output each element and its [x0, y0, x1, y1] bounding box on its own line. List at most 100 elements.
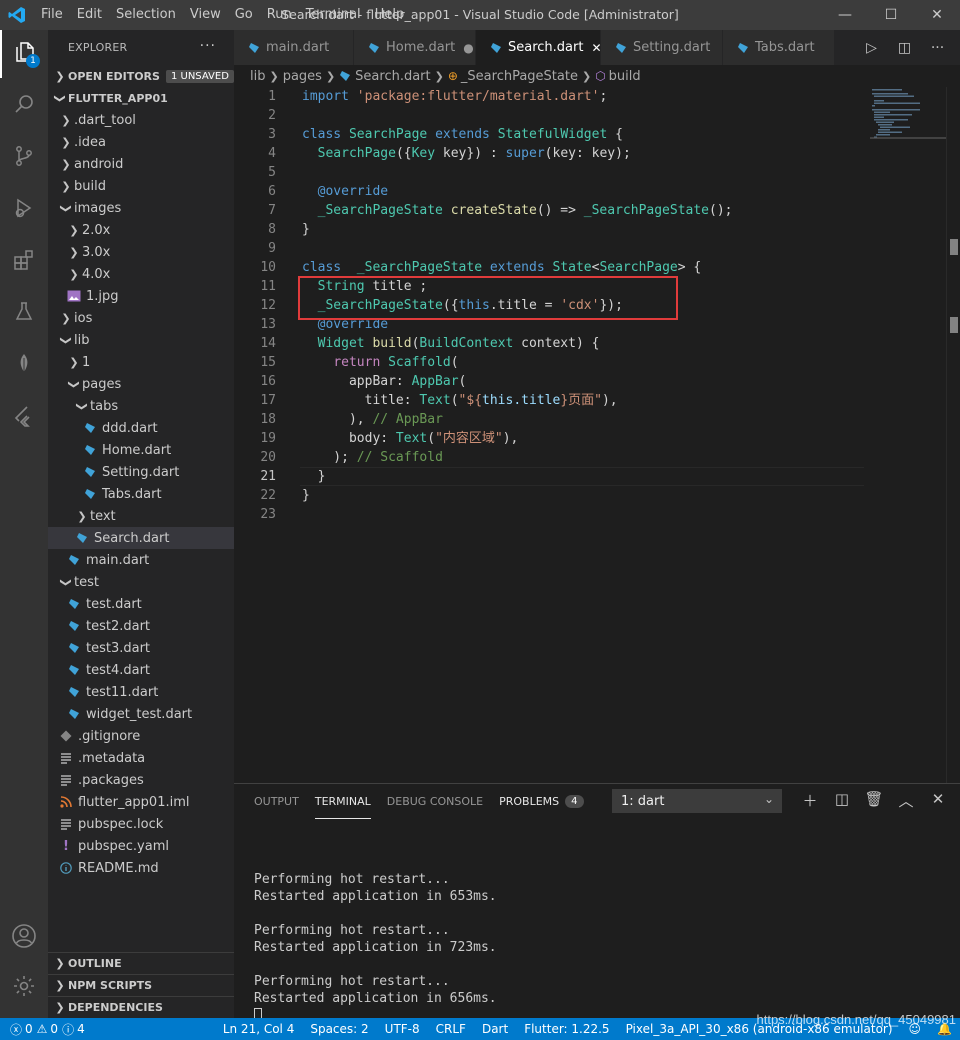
tree-file[interactable]: ! pubspec.yaml [48, 835, 234, 857]
indentation[interactable]: Spaces: 2 [310, 1022, 368, 1036]
close-panel-icon[interactable]: ✕ [922, 790, 954, 811]
trash-icon[interactable]: 🗑 [858, 790, 890, 811]
more-actions-button[interactable]: ··· [200, 38, 216, 54]
tree-folder[interactable]: ❯ build [48, 175, 234, 197]
new-terminal-icon[interactable]: ＋ [794, 790, 826, 811]
problems-status[interactable]: ⓧ 0 ⚠ 0 ⓘ 4 [0, 1021, 85, 1038]
tree-file[interactable]: test3.dart [48, 637, 234, 659]
maximize-panel-icon[interactable]: ︿ [890, 790, 922, 811]
menu-file[interactable]: File [34, 0, 70, 30]
dart-file-icon [82, 486, 98, 502]
tree-file[interactable]: flutter_app01.iml [48, 791, 234, 813]
tree-file[interactable]: README.md [48, 857, 234, 879]
manage-button[interactable] [0, 964, 48, 1012]
tree-folder[interactable]: ❯ ios [48, 307, 234, 329]
terminal-output[interactable]: Performing hot restart... Restarted appl… [254, 854, 497, 1024]
tab-home-dart[interactable]: Home.dart ● [354, 30, 476, 65]
run-debug-button[interactable] [0, 186, 48, 234]
menu-run[interactable]: Run [260, 0, 299, 30]
tree-file[interactable]: Search.dart [48, 527, 234, 549]
tree-folder[interactable]: ❯ 4.0x [48, 263, 234, 285]
minimap[interactable] [870, 87, 946, 147]
tree-file[interactable]: test.dart [48, 593, 234, 615]
tree-folder[interactable]: ❯ text [48, 505, 234, 527]
tree-folder[interactable]: ❯ images [48, 197, 234, 219]
tree-file[interactable]: ddd.dart [48, 417, 234, 439]
tab-main-dart[interactable]: main.dart [234, 30, 354, 65]
tree-file[interactable]: .gitignore [48, 725, 234, 747]
tree-file[interactable]: main.dart [48, 549, 234, 571]
breadcrumb-method[interactable]: build [609, 69, 641, 84]
tab-setting-dart[interactable]: Setting.dart [601, 30, 723, 65]
extensions-button[interactable] [0, 238, 48, 286]
breadcrumb-pages[interactable]: pages [283, 69, 322, 84]
tree-file[interactable]: widget_test.dart [48, 703, 234, 725]
menu-selection[interactable]: Selection [109, 0, 183, 30]
tree-folder[interactable]: ❯ 1 [48, 351, 234, 373]
tab-output[interactable]: OUTPUT [254, 784, 299, 819]
language-mode[interactable]: Dart [482, 1022, 508, 1036]
minimize-button[interactable]: — [822, 0, 868, 30]
mongodb-button[interactable] [0, 342, 48, 390]
tree-file[interactable]: Setting.dart [48, 461, 234, 483]
split-editor-icon[interactable]: ◫ [888, 40, 921, 56]
tree-file[interactable]: 1.jpg [48, 285, 234, 307]
line-ending[interactable]: CRLF [436, 1022, 466, 1036]
tree-file[interactable]: pubspec.lock [48, 813, 234, 835]
tree-folder[interactable]: ❯ 2.0x [48, 219, 234, 241]
split-terminal-icon[interactable]: ◫ [826, 790, 858, 811]
open-editors-section[interactable]: ❯ OPEN EDITORS 1 UNSAVED [48, 65, 234, 87]
menu-terminal[interactable]: Terminal [299, 0, 368, 30]
tree-folder[interactable]: ❯ .dart_tool [48, 109, 234, 131]
tree-file[interactable]: test11.dart [48, 681, 234, 703]
source-control-button[interactable] [0, 134, 48, 182]
tree-file[interactable]: .metadata [48, 747, 234, 769]
vertical-scrollbar[interactable] [946, 87, 960, 783]
tab-problems[interactable]: PROBLEMS 4 [499, 784, 584, 819]
flutter-version[interactable]: Flutter: 1.22.5 [524, 1022, 609, 1036]
code-text: } [302, 220, 310, 239]
tree-file[interactable]: Tabs.dart [48, 483, 234, 505]
code-token: Widget [317, 336, 365, 351]
tree-file[interactable]: Home.dart [48, 439, 234, 461]
tree-folder[interactable]: ❯ pages [48, 373, 234, 395]
unsaved-dot-icon[interactable]: ● [463, 41, 473, 55]
tab-terminal[interactable]: TERMINAL [314, 784, 371, 819]
tree-folder[interactable]: ❯ .idea [48, 131, 234, 153]
dependencies-section[interactable]: ❯ DEPENDENCIES [48, 996, 234, 1018]
close-window-button[interactable]: ✕ [914, 0, 960, 30]
menu-go[interactable]: Go [228, 0, 260, 30]
menu-help[interactable]: Help [368, 0, 412, 30]
search-button[interactable] [0, 82, 48, 130]
tree-file[interactable]: .packages [48, 769, 234, 791]
accounts-button[interactable] [0, 914, 48, 962]
breadcrumb-file[interactable]: Search.dart [355, 69, 430, 84]
code-editor[interactable]: 1 import 'package:flutter/material.dart';… [234, 87, 960, 783]
cursor-position[interactable]: Ln 21, Col 4 [223, 1022, 295, 1036]
tree-file[interactable]: test2.dart [48, 615, 234, 637]
tree-folder[interactable]: ❯ 3.0x [48, 241, 234, 263]
tree-folder[interactable]: ❯ test [48, 571, 234, 593]
menu-edit[interactable]: Edit [70, 0, 109, 30]
tree-folder[interactable]: ❯ lib [48, 329, 234, 351]
tree-file[interactable]: test4.dart [48, 659, 234, 681]
maximize-button[interactable]: ☐ [868, 0, 914, 30]
testing-button[interactable] [0, 290, 48, 338]
explorer-button[interactable]: 1 [0, 30, 48, 78]
breadcrumb-lib[interactable]: lib [250, 69, 265, 84]
terminal-select[interactable]: 1: dart ⌄ [612, 789, 782, 813]
tree-folder[interactable]: ❯ android [48, 153, 234, 175]
outline-section[interactable]: ❯ OUTLINE [48, 952, 234, 974]
tab-debug-console[interactable]: DEBUG CONSOLE [387, 784, 483, 819]
project-section[interactable]: ❯ FLUTTER_APP01 [48, 87, 234, 109]
npm-scripts-section[interactable]: ❯ NPM SCRIPTS [48, 974, 234, 996]
run-icon[interactable]: ▷ [855, 40, 888, 56]
menu-view[interactable]: View [183, 0, 228, 30]
encoding[interactable]: UTF-8 [385, 1022, 420, 1036]
breadcrumb-class[interactable]: _SearchPageState [461, 69, 578, 84]
tab-search-dart[interactable]: Search.dart ✕ [476, 30, 602, 65]
more-icon[interactable]: ··· [921, 40, 954, 56]
tree-folder[interactable]: ❯ tabs [48, 395, 234, 417]
flutter-button[interactable] [0, 394, 48, 442]
tab-tabs-dart[interactable]: Tabs.dart [723, 30, 835, 65]
